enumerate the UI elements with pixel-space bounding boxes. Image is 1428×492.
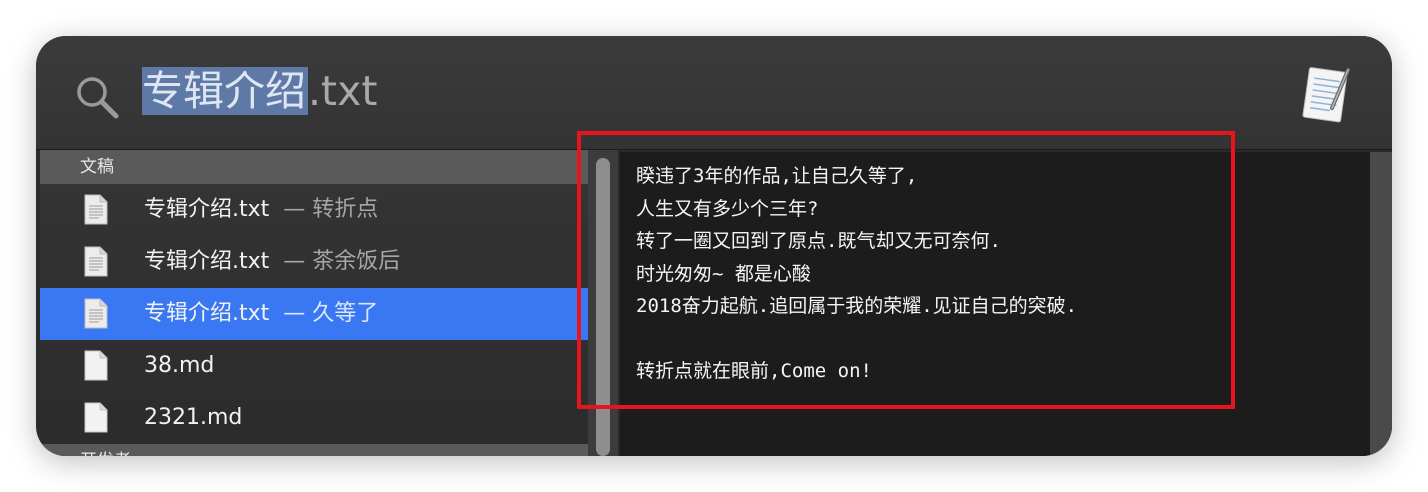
result-item[interactable]: 38.md [40,340,588,392]
result-subtitle: — 转折点 [283,197,379,222]
preview-line: 2018奋力起航.追回属于我的荣耀.见证自己的突破. [636,295,1078,317]
result-title: 2321.md [144,405,243,430]
result-title-group: 专辑介绍.txt — 久等了 [144,288,378,340]
textedit-app-icon [1302,67,1350,123]
result-title-group: 专辑介绍.txt — 转折点 [144,184,378,236]
result-item[interactable]: 专辑介绍.txt — 茶余饭后 [40,236,588,288]
text-document-icon [84,298,108,329]
blank-document-icon [84,402,108,433]
preview-line: 人生又有多少个三年? [636,197,819,220]
preview-line [636,323,1354,356]
search-query-rest: .txt [308,67,378,115]
results-list: 文稿 专辑介绍.txt — 转折点 专辑介绍.txt — 茶余饭后 专辑介绍.t… [40,150,588,456]
result-title: 专辑介绍.txt [144,197,270,222]
result-title: 38.md [144,353,215,378]
result-subtitle: — 久等了 [283,301,379,326]
search-icon [77,77,119,119]
scrollbar-thumb[interactable] [596,158,610,456]
result-title-group: 专辑介绍.txt — 茶余饭后 [144,236,400,288]
preview-line: 睽违了3年的作品,让自己久等了, [636,165,918,187]
preview-pane: 睽违了3年的作品,让自己久等了, 人生又有多少个三年? 转了一圈又回到了原点.既… [620,152,1370,456]
text-document-icon [84,246,108,277]
text-document-icon [84,194,108,225]
preview-line: 转折点就在眼前,Come on! [636,360,872,382]
result-item-selected[interactable]: 专辑介绍.txt — 久等了 [40,288,588,340]
result-item[interactable]: 2321.md [40,392,588,444]
result-title: 专辑介绍.txt [144,301,270,326]
preview-line: 转了一圈又回到了原点.既气却又无可奈何. [636,230,1001,252]
spotlight-window: 专辑介绍.txt 文稿 专辑介绍.txt — 转折点 专辑介绍.txt — 茶余… [36,36,1392,456]
result-title: 专辑介绍.txt [144,249,270,274]
section-header-documents: 文稿 [40,150,588,184]
preview-line: 时光匆匆~ 都是心酸 [636,262,811,285]
preview-scroll-edge [1370,152,1392,456]
result-subtitle: — 茶余饭后 [283,249,401,274]
result-item[interactable]: 专辑介绍.txt — 转折点 [40,184,588,236]
search-query-selected: 专辑介绍 [142,67,308,115]
section-header-developer: 开发者 [40,444,588,456]
search-bar: 专辑介绍.txt [36,36,1392,150]
search-input[interactable]: 专辑介绍.txt [142,60,377,122]
blank-document-icon [84,350,108,381]
